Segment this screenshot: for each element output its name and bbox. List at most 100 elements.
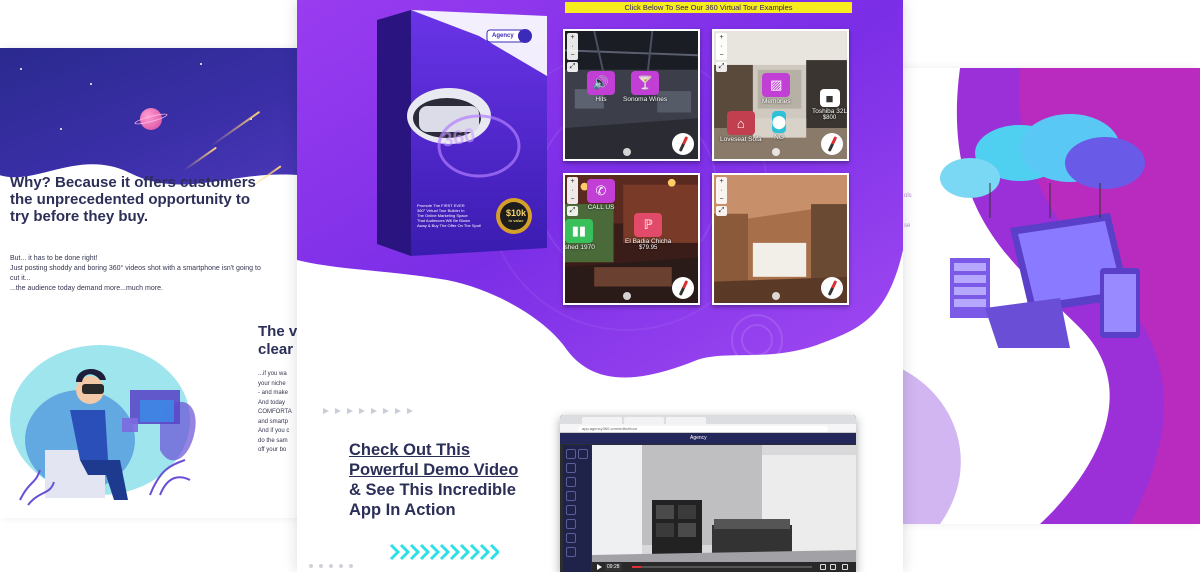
fullscreen-icon[interactable] — [842, 564, 848, 570]
browser-tab[interactable] — [624, 417, 664, 424]
speaker-icon: 🔊 — [587, 71, 615, 95]
box-text-line: Away & Buy The Offer On The Spot! — [417, 223, 482, 228]
app-logo: Agency — [690, 435, 707, 441]
editor-toolbar — [563, 445, 591, 572]
cut-line: off your bo — [258, 447, 287, 453]
right-cut-text: ols — [904, 193, 912, 199]
badge-sub: in value — [508, 218, 524, 223]
cut-line: COMFORTA — [258, 409, 292, 415]
body-line: But... it has to be done right! — [10, 255, 98, 262]
hotspot-label: Sonoma Wines — [623, 96, 668, 103]
hotspot-tv[interactable]: ■ Toshiba 32L $800 — [812, 89, 847, 121]
video-controls: 09:28 — [592, 562, 856, 572]
fullscreen-icon[interactable]: ⤢ — [716, 206, 727, 216]
hotspot-established[interactable]: ▮▮ ished 1970 — [563, 219, 595, 251]
fullscreen-icon[interactable]: ⤢ — [567, 206, 578, 216]
hotspot-sofa[interactable]: ⌂ Loveseat Sofa — [720, 111, 762, 143]
tour-example-restaurant[interactable]: + · − ⤢ ✆ CALL US ℙ El Badia Chicha $79.95… — [563, 173, 700, 305]
nav-dot[interactable] — [772, 148, 780, 156]
left-heading: Why? Because it offers customers the unp… — [10, 174, 256, 225]
browser-tab[interactable] — [666, 417, 706, 424]
left-page-panel: Why? Because it offers customers the unp… — [0, 48, 300, 518]
settings-icon[interactable] — [820, 564, 826, 570]
showcase-stage: Why? Because it offers customers the unp… — [0, 0, 1200, 572]
tool-button[interactable] — [566, 505, 576, 515]
hotspot-product[interactable]: ℙ El Badia Chicha $79.95 — [625, 213, 671, 251]
left-body-text: But... it has to be done right! Just pos… — [10, 254, 270, 294]
zoom-controls[interactable]: + · − — [567, 33, 578, 60]
demo-video-heading: Check Out This Powerful Demo Video & See… — [349, 440, 559, 520]
hotspot-call-us[interactable]: ✆ CALL US — [587, 179, 615, 211]
hotspot-wines[interactable]: 🍸 Sonoma Wines — [623, 71, 667, 103]
tool-button[interactable] — [566, 519, 576, 529]
video-room-scene — [592, 445, 856, 572]
phone-icon: ✆ — [587, 179, 615, 203]
compass-icon[interactable] — [821, 133, 843, 155]
heading-line: App In Action — [349, 501, 456, 519]
cut-line: do the sam — [258, 437, 288, 444]
theater-icon[interactable] — [830, 564, 836, 570]
demo-video-player[interactable]: app.agency360.com/editor/tour Agency 09:… — [560, 415, 856, 572]
tool-button[interactable] — [566, 547, 576, 557]
fullscreen-icon[interactable]: ⤢ — [716, 62, 727, 72]
box-text: Promote The FIRST EVER 360° Virtual Tour… — [417, 203, 507, 228]
tool-button[interactable] — [566, 491, 576, 501]
left-subheading: The v clear — [258, 323, 300, 359]
battery-icon: ▮▮ — [565, 219, 593, 243]
tour-examples-banner[interactable]: Click Below To See Our 360 Virtual Tour … — [565, 2, 852, 13]
nav-dot[interactable] — [623, 148, 631, 156]
badge-main: $10k — [505, 208, 527, 218]
pin-icon: ⬤ — [772, 111, 786, 133]
fullscreen-icon[interactable]: ⤢ — [567, 62, 578, 72]
cut-line: ...if you wa — [258, 371, 287, 377]
hotspot-hits[interactable]: 🔊 Hits — [587, 71, 615, 103]
tool-button[interactable] — [566, 477, 576, 487]
nav-dot[interactable] — [772, 292, 780, 300]
decorative-arrows — [323, 408, 413, 414]
hotspot-label: Memories — [762, 98, 791, 105]
compass-icon[interactable] — [672, 277, 694, 299]
heading-line: & See This Incredible — [349, 481, 516, 499]
nav-dot[interactable] — [623, 292, 631, 300]
subhead-line: clear — [258, 341, 294, 358]
star — [90, 83, 92, 85]
browser-address-bar: app.agency360.com/editor/tour — [560, 424, 856, 433]
play-icon[interactable] — [597, 564, 602, 570]
hotspot-label: CALL US — [587, 204, 615, 211]
center-page-panel: Click Below To See Our 360 Virtual Tour … — [297, 0, 903, 572]
hotspot-label: NG — [774, 134, 784, 141]
compass-icon[interactable] — [672, 133, 694, 155]
hotspot-memories[interactable]: ▨ Memories — [762, 73, 791, 105]
tool-button[interactable] — [566, 533, 576, 543]
compass-icon[interactable] — [821, 277, 843, 299]
tour-example-dining[interactable]: + · − ⤢ — [712, 173, 849, 305]
tool-button[interactable] — [578, 449, 588, 459]
tour-example-club[interactable]: + · − ⤢ 🔊 Hits 🍸 Sonoma Wines — [563, 29, 700, 161]
product-icon: ℙ — [634, 213, 663, 237]
image-icon: ▨ — [762, 73, 791, 97]
hotspot-label: ished 1970 — [563, 244, 595, 251]
decorative-dots — [309, 564, 353, 568]
star — [200, 63, 202, 65]
cut-line: your niche — [258, 380, 286, 387]
vr-user-illustration — [10, 345, 196, 506]
video-icon: ■ — [819, 89, 840, 107]
tool-button[interactable] — [566, 449, 576, 459]
tool-button[interactable] — [566, 463, 576, 473]
video-progress-bar[interactable] — [632, 566, 812, 568]
value-badge: $10k in value — [501, 208, 531, 223]
zoom-controls[interactable]: + · − — [567, 177, 578, 204]
hotspot-label: Loveseat Sofa — [720, 136, 762, 143]
url-field[interactable]: app.agency360.com/editor/tour — [578, 425, 828, 432]
zoom-controls[interactable]: + · − — [716, 177, 727, 204]
browser-tab[interactable] — [582, 417, 622, 424]
hotspot-price: $800 — [822, 115, 837, 121]
video-time: 09:28 — [605, 563, 622, 571]
right-cut-text: se — [904, 223, 911, 229]
box-brand: Agency — [492, 33, 514, 39]
cut-line: - and make — [258, 390, 289, 396]
subhead-line: The v — [258, 323, 298, 340]
hotspot-ng[interactable]: ⬤ NG — [772, 111, 786, 141]
tour-example-living-room[interactable]: + · − ⤢ ▨ Memories ■ Toshiba 32L $800 ⌂ Lo… — [712, 29, 849, 161]
zoom-controls[interactable]: + · − — [716, 33, 727, 60]
